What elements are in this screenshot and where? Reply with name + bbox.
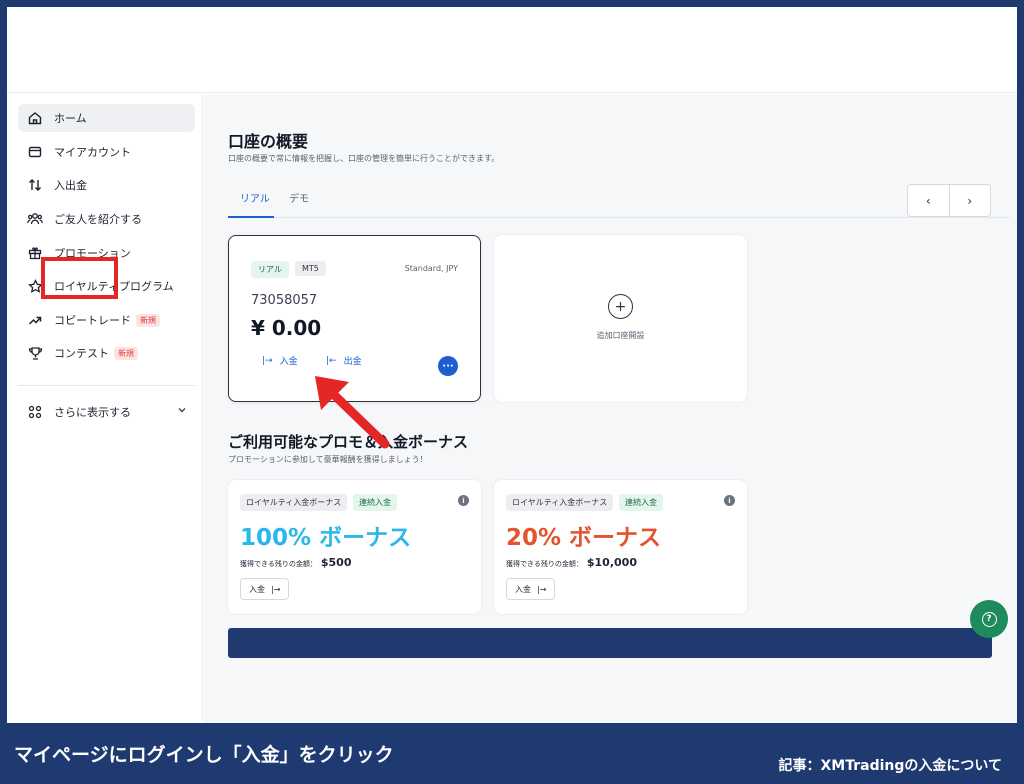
info-icon[interactable]: i (458, 495, 469, 506)
remaining-value: $10,000 (586, 556, 637, 569)
promo-tag: ロイヤルティ入金ボーナス (506, 494, 614, 511)
promo-deposit-button[interactable]: 入金 |→ (240, 578, 290, 600)
sidebar-item-contest[interactable]: コンテスト 新規 (18, 339, 195, 367)
page-subtitle: 口座の概要で常に情報を把握し、口座の管理を簡単に行うことができます。 (228, 154, 500, 163)
remaining-amount: 獲得できる残りの金額： $500 (240, 556, 352, 569)
page-title: 口座の概要 (228, 132, 309, 151)
platform-badge: MT5 (295, 261, 326, 276)
deposit-arrow-icon: |→ (537, 584, 547, 594)
trophy-icon (26, 344, 44, 362)
real-badge: リアル (251, 261, 289, 278)
add-account-card[interactable]: + 追加口座開設 (494, 235, 747, 402)
plus-icon: + (608, 294, 633, 319)
remaining-label: 獲得できる残りの金額： (240, 560, 317, 568)
wallet-icon (26, 143, 44, 161)
withdraw-label: 出金 (343, 357, 362, 367)
bonus-title: 20% ボーナス (506, 525, 662, 551)
help-button[interactable]: ? (970, 600, 1008, 638)
sidebar-item-refer-friend[interactable]: ご友人を紹介する (18, 205, 195, 233)
sidebar-item-label: さらに表示する (54, 406, 131, 419)
promo-banner[interactable] (228, 628, 992, 658)
new-badge: 新規 (136, 313, 160, 327)
sidebar-item-label: コンテスト (54, 347, 109, 360)
promo-deposit-label: 入金 (249, 584, 265, 594)
sidebar-item-label: ホーム (54, 112, 87, 125)
users-icon (26, 210, 44, 228)
sidebar-show-more[interactable]: さらに表示する (18, 398, 195, 426)
question-icon: ? (981, 611, 997, 627)
sidebar-item-label: コピートレード (54, 314, 131, 327)
promos-subtitle: プロモーションに参加して豪華報酬を獲得しましょう！ (228, 455, 428, 464)
transfer-icon (26, 176, 44, 194)
remaining-label: 獲得できる残りの金額： (506, 560, 583, 568)
new-badge: 新規 (114, 346, 138, 360)
active-tab-indicator (228, 216, 274, 218)
remaining-amount: 獲得できる残りの金額： $10,000 (506, 556, 637, 569)
add-account-label: 追加口座開設 (596, 331, 645, 340)
promo-card: ロイヤルティ入金ボーナス 連続入金 i 20% ボーナス 獲得できる残りの金額：… (494, 480, 747, 614)
app-window: ホーム マイアカウント 入出金 ご友人を紹介する プロモーション ロイヤルティプ… (7, 7, 1017, 723)
promo-tag: ロイヤルティ入金ボーナス (240, 494, 348, 511)
account-pager: ‹ › (907, 184, 991, 217)
deposit-highlight-box (41, 257, 118, 299)
next-button[interactable]: › (948, 185, 991, 216)
sidebar-item-copy-trade[interactable]: コピートレード 新規 (18, 306, 195, 334)
chevron-down-icon (177, 405, 187, 418)
sidebar-item-label: マイアカウント (54, 146, 131, 159)
sidebar-item-my-account[interactable]: マイアカウント (18, 138, 195, 166)
sidebar-item-home[interactable]: ホーム (18, 104, 195, 132)
grid-icon (26, 403, 44, 421)
article-label: 記事：XMTradingの入金について (778, 758, 1002, 774)
home-icon (26, 109, 44, 127)
prev-button[interactable]: ‹ (908, 185, 949, 216)
sidebar: ホーム マイアカウント 入出金 ご友人を紹介する プロモーション ロイヤルティプ… (7, 94, 203, 723)
account-tabs: リアル デモ (228, 182, 1010, 218)
sidebar-divider (18, 385, 195, 386)
withdraw-arrow-icon: |← (326, 355, 337, 366)
top-bar (7, 7, 1017, 93)
caption: マイページにログインし「入金」をクリック (14, 744, 394, 766)
remaining-value: $500 (320, 556, 352, 569)
deposit-arrow-icon: |→ (262, 355, 273, 366)
sidebar-item-deposit-withdraw[interactable]: 入出金 (18, 171, 195, 199)
deposit-arrow-icon: |→ (271, 584, 281, 594)
account-number: 73058057 (251, 293, 318, 308)
promo-deposit-button[interactable]: 入金 |→ (506, 578, 556, 600)
more-options-icon[interactable]: ··· (438, 356, 458, 376)
promo-card: ロイヤルティ入金ボーナス 連続入金 i 100% ボーナス 獲得できる残りの金額… (228, 480, 481, 614)
sidebar-item-label: ご友人を紹介する (54, 213, 142, 226)
deposit-label: 入金 (279, 357, 298, 367)
promo-tag: 連続入金 (619, 494, 663, 511)
tab-demo[interactable]: デモ (289, 190, 309, 205)
account-type: Standard, JPY (404, 264, 458, 273)
arrow-annotation-icon (315, 376, 390, 449)
promo-deposit-label: 入金 (515, 584, 531, 594)
tab-real[interactable]: リアル (240, 190, 270, 205)
info-icon[interactable]: i (724, 495, 735, 506)
sidebar-item-label: 入出金 (54, 179, 87, 192)
withdraw-button[interactable]: |← 出金 (326, 354, 362, 368)
bonus-title: 100% ボーナス (240, 525, 412, 551)
promo-tag: 連続入金 (353, 494, 397, 511)
account-balance: ¥ 0.00 (251, 316, 322, 340)
deposit-button[interactable]: |→ 入金 (262, 354, 298, 368)
trend-icon (26, 311, 44, 329)
